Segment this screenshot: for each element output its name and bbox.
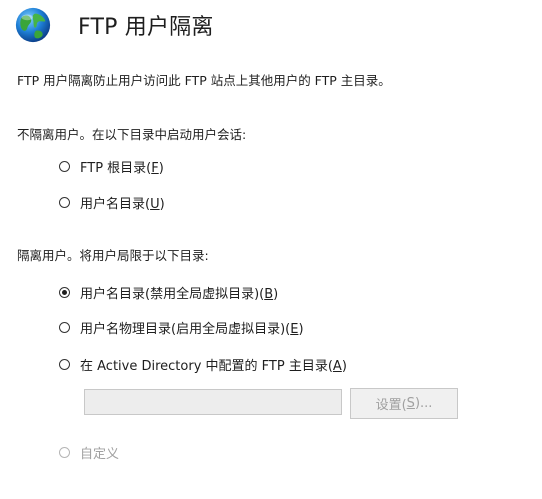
active-directory-path-input[interactable]: [84, 389, 342, 415]
radio-username-directory[interactable]: 用户名目录(U): [59, 193, 165, 212]
radio-button-selected[interactable]: [59, 287, 70, 298]
radio-username-physical-dir-enable-global-vdirs[interactable]: 用户名物理目录(启用全局虚拟目录)(E): [59, 318, 304, 337]
radio-button[interactable]: [59, 322, 70, 333]
no-isolation-label: 不隔离用户。在以下目录中启动用户会话:: [17, 127, 247, 142]
globe-icon: [15, 7, 51, 43]
radio-label: 用户名物理目录(启用全局虚拟目录)(E): [80, 322, 304, 337]
radio-username-dir-disable-global-vdirs[interactable]: 用户名目录(禁用全局虚拟目录)(B): [59, 283, 278, 302]
radio-label: 自定义: [80, 447, 120, 462]
radio-custom[interactable]: 自定义: [59, 443, 119, 462]
radio-ftp-root-directory[interactable]: FTP 根目录(F): [59, 157, 164, 176]
radio-label: FTP 根目录(F): [80, 161, 164, 176]
radio-label: 在 Active Directory 中配置的 FTP 主目录(A): [80, 359, 347, 374]
page-header: FTP 用户隔离: [14, 6, 214, 44]
page-title: FTP 用户隔离: [78, 15, 214, 40]
page-description: FTP 用户隔离防止用户访问此 FTP 站点上其他用户的 FTP 主目录。: [17, 73, 391, 88]
radio-button-disabled[interactable]: [59, 447, 70, 458]
radio-button[interactable]: [59, 359, 70, 370]
radio-button[interactable]: [59, 197, 70, 208]
radio-active-directory-home[interactable]: 在 Active Directory 中配置的 FTP 主目录(A): [59, 355, 347, 374]
radio-button[interactable]: [59, 161, 70, 172]
ftp-user-isolation-page: FTP 用户隔离 FTP 用户隔离防止用户访问此 FTP 站点上其他用户的 FT…: [0, 0, 542, 499]
isolation-label: 隔离用户。将用户局限于以下目录:: [17, 248, 209, 263]
radio-label: 用户名目录(禁用全局虚拟目录)(B): [80, 287, 279, 302]
settings-button[interactable]: 设置(S)...: [350, 388, 458, 419]
radio-label: 用户名目录(U): [80, 197, 165, 212]
